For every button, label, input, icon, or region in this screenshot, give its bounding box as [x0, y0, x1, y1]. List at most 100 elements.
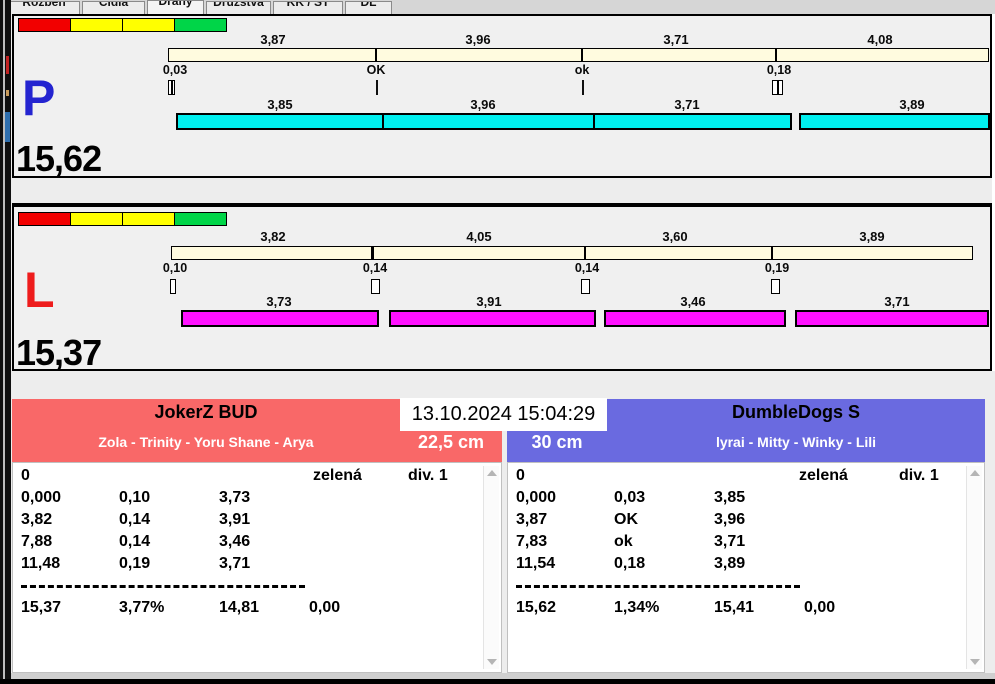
- scroll-down-icon[interactable]: [487, 659, 497, 665]
- segment-divider: [771, 247, 773, 259]
- tab-bar: Rozběh Čidla Dráhy Družstva KK / ST DL: [11, 0, 995, 14]
- run-time: 3,46: [680, 294, 706, 309]
- sensor-tick: [371, 279, 380, 294]
- run-time: 3,71: [884, 294, 910, 309]
- split-cell: 3,85: [714, 489, 746, 506]
- segment-bar: [168, 48, 989, 62]
- tab-label: Čidla: [98, 1, 129, 9]
- segment-time: 3,96: [465, 32, 491, 47]
- tab-label: Družstva: [213, 1, 264, 9]
- start-value: 0: [21, 467, 30, 484]
- segment-time: 4,05: [466, 229, 492, 244]
- light-green: [174, 18, 227, 32]
- split-cell: 0,19: [119, 555, 151, 572]
- change-mark: ok: [574, 63, 590, 77]
- division-label: div. 1: [899, 467, 939, 484]
- run-time-bar: [795, 310, 989, 327]
- team-right-result-table[interactable]: 0 zelená div. 1 0,000 0,03 3,85 3,87 OK …: [507, 462, 985, 673]
- status-label: zelená: [313, 467, 362, 484]
- segment-divider: [371, 247, 374, 259]
- split-cell: 11,54: [516, 555, 556, 572]
- change-mark: 0,10: [162, 261, 188, 275]
- segment-time: 3,82: [260, 229, 286, 244]
- scrollbar[interactable]: [966, 466, 982, 669]
- jump-height: 22,5 cm: [417, 432, 485, 452]
- light-yellow: [122, 212, 175, 226]
- team-dogs: lyrai - Mitty - Winky - Lili: [715, 434, 877, 450]
- segment-divider: [584, 247, 586, 259]
- split-cell: 0,18: [614, 555, 646, 572]
- split-cell: 3,96: [714, 511, 746, 528]
- split-cell: 3,71: [219, 555, 251, 572]
- change-mark: 0,18: [766, 63, 792, 77]
- run-bar-divider: [382, 115, 384, 128]
- run-time-bar: [604, 310, 786, 327]
- lane-l-letter: L: [24, 262, 55, 318]
- split-cell: 11,48: [21, 555, 61, 572]
- status-label: zelená: [799, 467, 848, 484]
- light-yellow: [122, 18, 175, 32]
- background-fragment: [6, 56, 9, 74]
- total-percent: 3,77%: [119, 599, 165, 616]
- segment-time: 3,60: [662, 229, 688, 244]
- sensor-tick: [170, 279, 176, 294]
- team-left-result-table[interactable]: 0 zelená div. 1 0,000 0,10 3,73 3,82 0,1…: [12, 462, 502, 673]
- split-cell: 3,87: [516, 511, 548, 528]
- run-time-bar: [389, 310, 596, 327]
- change-mark: 0,14: [362, 261, 388, 275]
- split-cell: 3,71: [714, 533, 746, 550]
- lane-p-panel: 3,87 3,96 3,71 4,08 0,03 OK ok 0,18 P 3,…: [12, 14, 992, 178]
- change-mark: 0,14: [574, 261, 600, 275]
- start-lights: [18, 18, 227, 32]
- team-name: DumbleDogs S: [731, 402, 860, 422]
- tab-kk-st[interactable]: KK / ST: [273, 1, 343, 14]
- light-green: [174, 212, 227, 226]
- tab-drahy-active[interactable]: Dráhy: [147, 0, 204, 14]
- scroll-up-icon[interactable]: [970, 470, 980, 476]
- split-cell: 0,14: [119, 511, 151, 528]
- lane-l-panel: 3,82 4,05 3,60 3,89 0,10 0,14 0,14 0,19 …: [12, 203, 992, 372]
- split-cell: 3,73: [219, 489, 251, 506]
- sensor-tick-line: [171, 81, 173, 94]
- total-time: 15,37: [21, 599, 62, 616]
- tab-dl[interactable]: DL: [345, 1, 392, 14]
- light-yellow: [70, 18, 123, 32]
- scroll-down-icon[interactable]: [970, 659, 980, 665]
- run-time: 3,71: [674, 97, 700, 112]
- change-mark: 0,03: [162, 63, 188, 77]
- split-cell: 7,88: [21, 533, 53, 550]
- tab-rozbeh[interactable]: Rozběh: [11, 1, 80, 14]
- datetime-display: 13.10.2024 15:04:29: [400, 398, 607, 431]
- team-dogs: Zola - Trinity - Yoru Shane - Arya: [98, 434, 314, 450]
- background-window-sliver: [0, 0, 11, 684]
- lane-p-letter: P: [22, 70, 56, 126]
- total-time: 15,62: [516, 599, 557, 616]
- split-cell: ok: [614, 533, 633, 550]
- tab-druzstva[interactable]: Družstva: [206, 1, 271, 14]
- tab-label: KK / ST: [286, 1, 330, 9]
- total-net: 15,41: [714, 599, 755, 616]
- run-bar-divider: [593, 115, 595, 128]
- background-fragment: [5, 112, 10, 142]
- change-mark: 0,19: [764, 261, 790, 275]
- sensor-tick: [168, 80, 175, 95]
- split-cell: 0,000: [21, 489, 62, 506]
- split-cell: 0,10: [119, 489, 151, 506]
- split-cell: 7,83: [516, 533, 548, 550]
- scroll-up-icon[interactable]: [487, 470, 497, 476]
- split-cell: 0,14: [119, 533, 151, 550]
- total-penalty: 0,00: [804, 599, 836, 616]
- segment-divider: [375, 49, 377, 61]
- split-cell: 3,91: [219, 511, 251, 528]
- tab-cidla[interactable]: Čidla: [82, 1, 145, 14]
- run-time: 3,91: [476, 294, 502, 309]
- split-cell: 3,46: [219, 533, 251, 550]
- dashed-separator: [516, 585, 800, 588]
- sensor-tick: [582, 80, 584, 95]
- light-red: [18, 18, 71, 32]
- scrollbar[interactable]: [483, 466, 499, 669]
- tab-label: Rozběh: [22, 1, 66, 9]
- sensor-tick: [771, 279, 780, 294]
- tab-label: Dráhy: [158, 0, 193, 8]
- total-net: 14,81: [219, 599, 260, 616]
